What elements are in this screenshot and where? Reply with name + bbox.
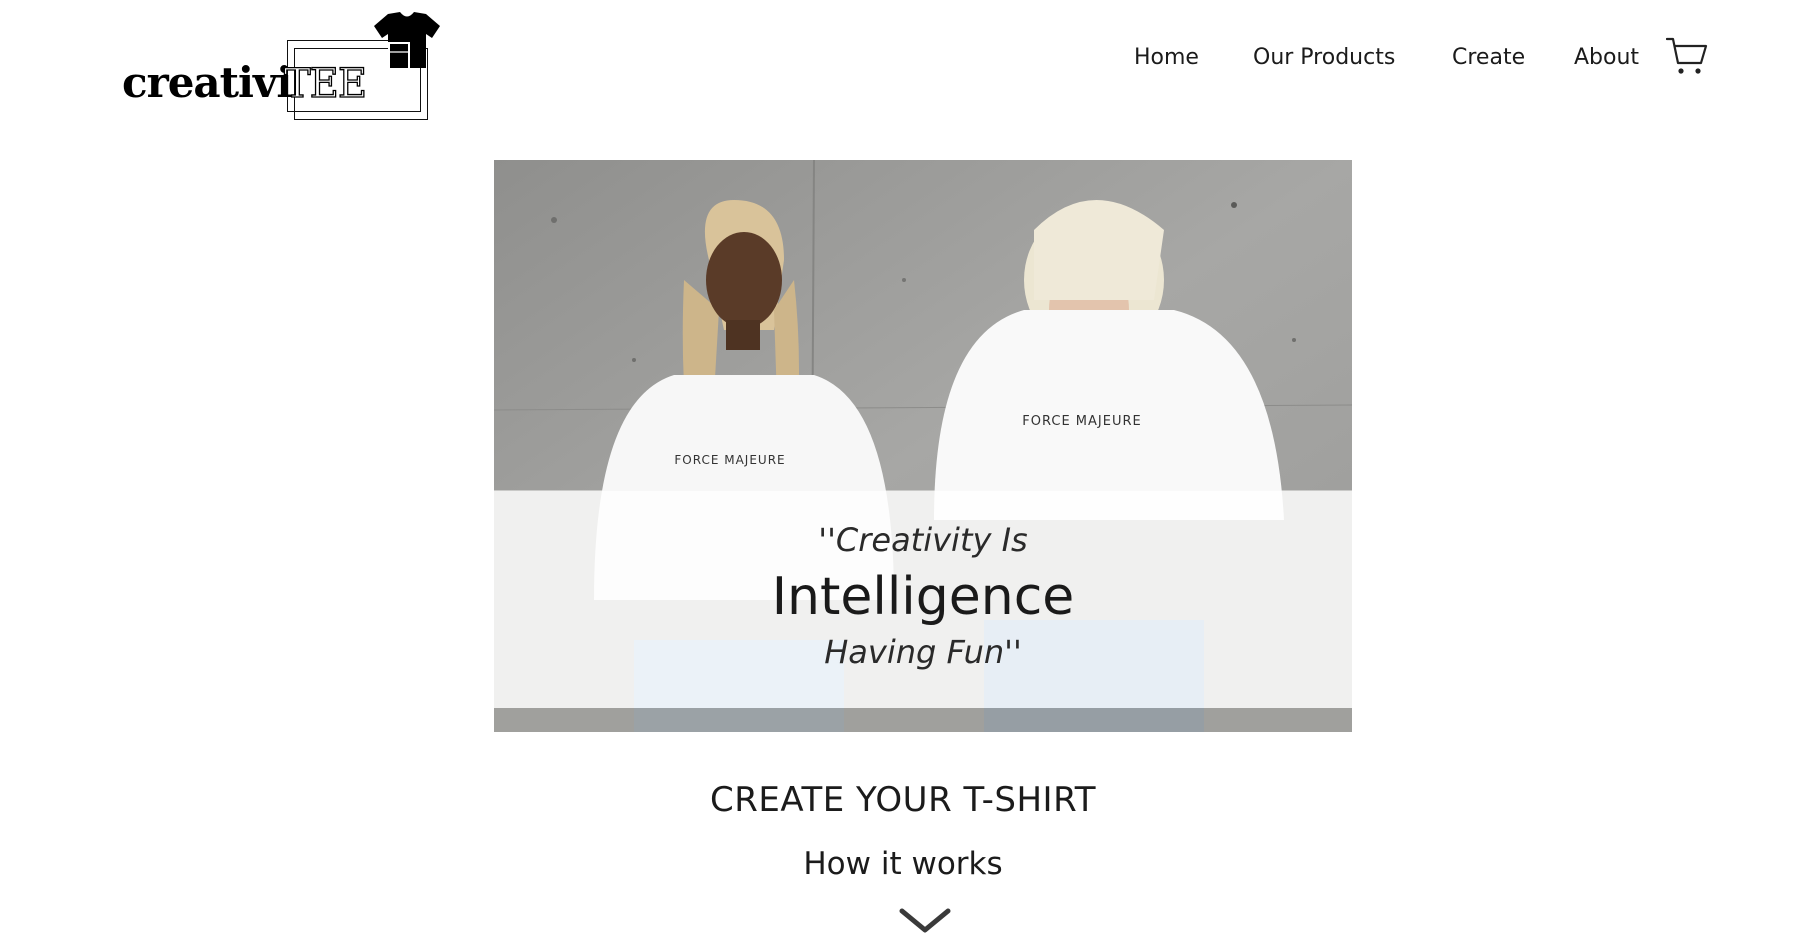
- shirt-print-right: FORCE MAJEURE: [1022, 414, 1141, 429]
- quote-line-3: Having Fun'': [824, 633, 1022, 671]
- brand-logo[interactable]: creativi TEE: [122, 12, 440, 122]
- logo-wordmark-prefix: creativi: [122, 58, 292, 107]
- nav-home[interactable]: Home: [1134, 38, 1199, 78]
- logo-wordmark-suffix: TEE: [283, 60, 367, 107]
- shirt-print-left: FORCE MAJEURE: [674, 453, 785, 467]
- tshirt-icon: [374, 12, 440, 68]
- nav-create[interactable]: Create: [1452, 38, 1525, 78]
- quote-line-1: ''Creativity Is: [818, 521, 1028, 559]
- nav-about[interactable]: About: [1574, 38, 1639, 78]
- chevron-down-icon[interactable]: [899, 908, 951, 933]
- section-title: CREATE YOUR T-SHIRT: [709, 780, 1097, 820]
- hero-banner: FORCE MAJEURE FORCE MAJEURE ''Creativity…: [494, 160, 1352, 732]
- site-header: creativi TEE Home Our Products Create Ab…: [0, 0, 1806, 135]
- nav-our-products[interactable]: Our Products: [1253, 38, 1395, 78]
- quote-line-2: Intelligence: [771, 567, 1075, 627]
- section-subtitle: How it works: [803, 846, 1003, 882]
- quote-overlay: ''Creativity Is Intelligence Having Fun'…: [494, 491, 1352, 708]
- cart-icon[interactable]: [1666, 36, 1708, 76]
